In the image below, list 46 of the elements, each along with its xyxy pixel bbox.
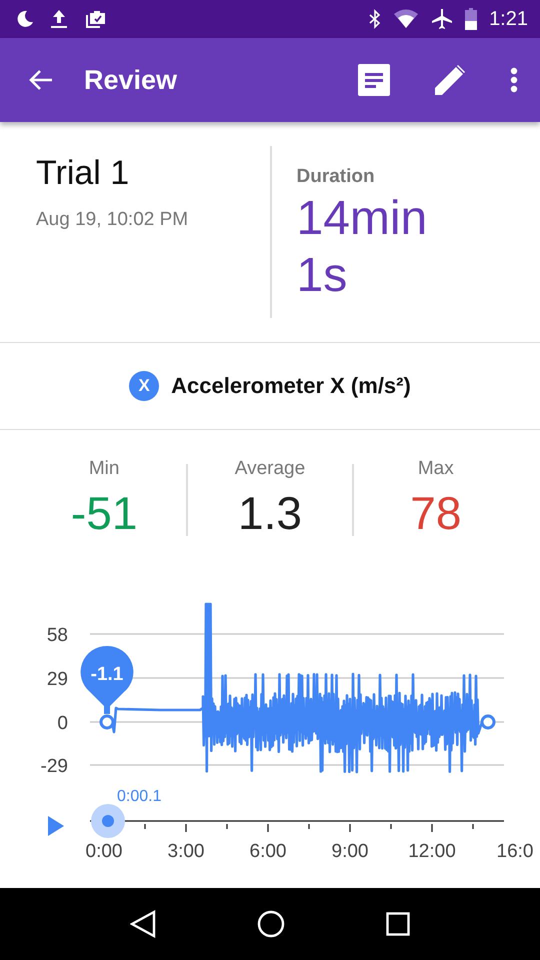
screen-title: Review [84,64,178,96]
playback-time: 0:00.1 [117,788,162,805]
axis-label: 16:0 [496,841,534,862]
play-icon[interactable] [48,816,64,836]
axis-label: 12:00 [408,841,456,862]
recents-icon[interactable] [386,912,410,936]
axis-label: 6:00 [250,841,286,862]
sensor-name: Accelerometer X (m/s²) [171,373,411,399]
more-vertical-icon [510,67,518,93]
stat-label: Max [418,458,454,480]
seek-thumb[interactable] [91,804,125,838]
stat-label: Average [234,458,306,480]
axis-label: -29 [40,756,68,777]
stat-value: 1.3 [238,486,302,540]
edit-button[interactable] [434,64,466,96]
axis-label: 9:00 [332,841,368,862]
axis-label: 58 [46,625,68,646]
stat-value: 78 [410,486,462,540]
more-options-button[interactable] [510,67,518,93]
trial-name: Trial 1 [36,154,130,193]
value-marker: -1.1 [80,646,134,714]
back-button[interactable] [28,68,54,92]
back-icon[interactable] [130,910,156,938]
pencil-icon [434,64,466,96]
sensor-badge: X [129,371,160,401]
trial-date: Aug 19, 10:02 PM [36,209,190,231]
notes-icon [358,64,390,96]
duration-value: 14min 1s [296,191,428,304]
notes-button[interactable] [358,64,390,96]
duration-label: Duration [296,166,376,188]
stat-label: Min [88,458,120,480]
home-icon[interactable] [256,910,285,938]
axis-label: 0:00 [86,841,122,862]
briefcase-check-icon [84,9,106,29]
battery-icon [465,8,478,30]
axis-label: 3:00 [168,841,204,862]
bluetooth-icon [369,9,382,29]
moon-icon [16,10,34,28]
clock: 1:21 [489,8,528,30]
upload-icon [48,9,70,29]
axis-label: 0 [57,713,68,734]
axis-label: 29 [46,669,68,690]
wifi-icon [393,9,420,29]
airplane-icon [431,8,454,30]
stat-value: -51 [70,486,138,540]
back-arrow-icon [28,68,54,92]
